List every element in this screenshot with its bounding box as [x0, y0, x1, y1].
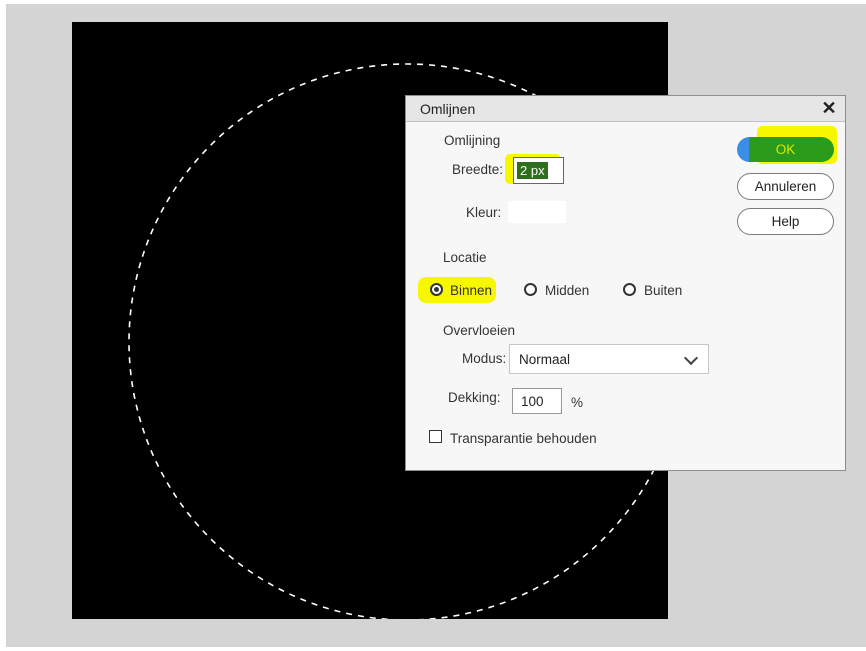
radio-icon-inside[interactable]: [430, 283, 443, 296]
section-blending-heading: Overvloeien: [443, 323, 516, 338]
radio-icon-center[interactable]: [524, 283, 537, 296]
help-button[interactable]: Help: [737, 208, 834, 235]
checkbox-icon-preserve-transparency[interactable]: [429, 430, 442, 443]
cancel-button[interactable]: Annuleren: [737, 173, 834, 200]
section-location-heading: Locatie: [443, 250, 487, 265]
radio-inside-label[interactable]: Binnen: [450, 283, 492, 298]
opacity-unit: %: [571, 395, 584, 410]
opacity-input[interactable]: 100: [512, 388, 562, 414]
chevron-down-icon: [683, 350, 699, 366]
mode-select[interactable]: Normaal: [509, 344, 709, 374]
mode-value: Normaal: [519, 352, 571, 367]
preserve-transparency-label[interactable]: Transparantie behouden: [450, 431, 597, 446]
close-icon[interactable]: ✕: [819, 97, 839, 119]
dialog-titlebar: Omlijnen ✕: [406, 96, 845, 122]
width-value: 2 px: [517, 162, 548, 179]
color-label: Kleur:: [466, 205, 502, 220]
radio-icon-outside[interactable]: [623, 283, 636, 296]
width-input[interactable]: 2 px: [513, 157, 564, 184]
radio-outside-label[interactable]: Buiten: [644, 283, 682, 298]
opacity-label: Dekking:: [448, 390, 501, 405]
width-label: Breedte:: [452, 162, 504, 177]
section-stroke-heading: Omlijning: [444, 133, 501, 148]
radio-center-label[interactable]: Midden: [545, 283, 589, 298]
color-swatch[interactable]: [508, 201, 566, 223]
dialog-title: Omlijnen: [420, 101, 476, 117]
opacity-value: 100: [521, 394, 544, 409]
radio-inside-text: Binnen: [450, 283, 493, 298]
mode-label: Modus:: [462, 351, 507, 366]
ok-button[interactable]: OK: [737, 137, 834, 162]
